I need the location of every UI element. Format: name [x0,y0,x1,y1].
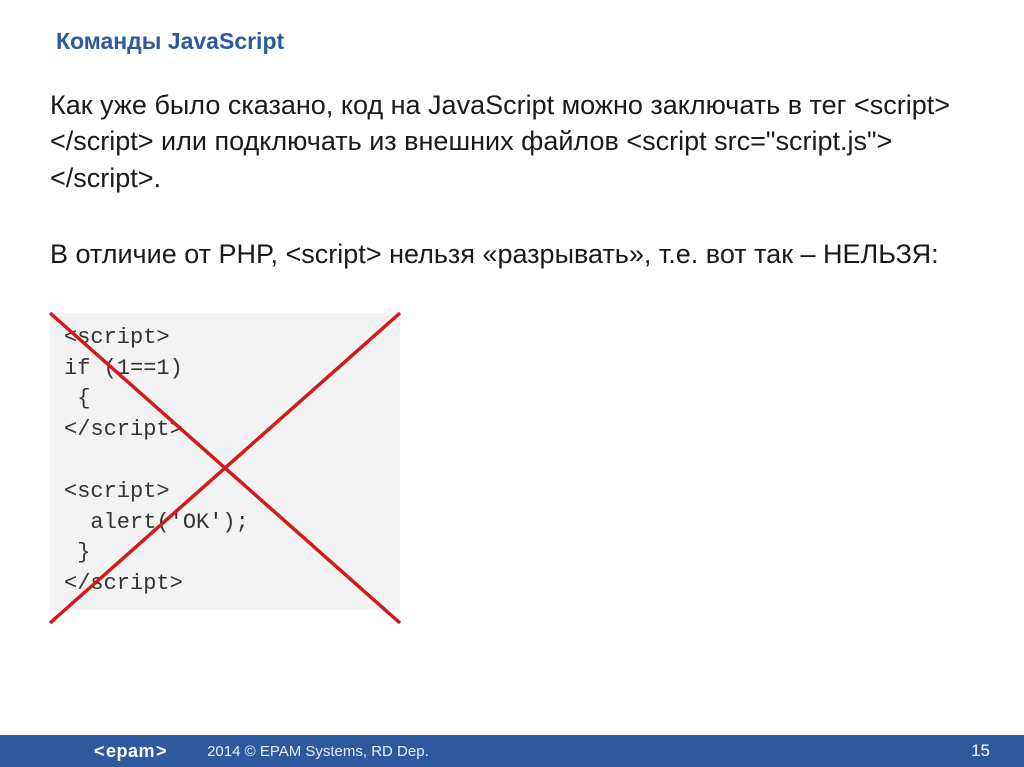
paragraph-2: В отличие от PHP, <script> нельзя «разры… [50,236,974,272]
paragraph-1: Как уже было сказано, код на JavaScript … [50,87,974,196]
brand-logo: epam [80,735,181,767]
slide-title: Команды JavaScript [0,0,1024,55]
footer-bar: epam 2014 © EPAM Systems, RD Dep. 15 [0,735,1024,767]
code-block: <script> if (1==1) { </script> <script> … [50,313,400,610]
slide-content: Как уже было сказано, код на JavaScript … [0,55,1024,610]
footer-copyright: 2014 © EPAM Systems, RD Dep. [207,743,429,760]
page-number: 15 [971,741,990,761]
code-example-container: <script> if (1==1) { </script> <script> … [50,313,400,610]
